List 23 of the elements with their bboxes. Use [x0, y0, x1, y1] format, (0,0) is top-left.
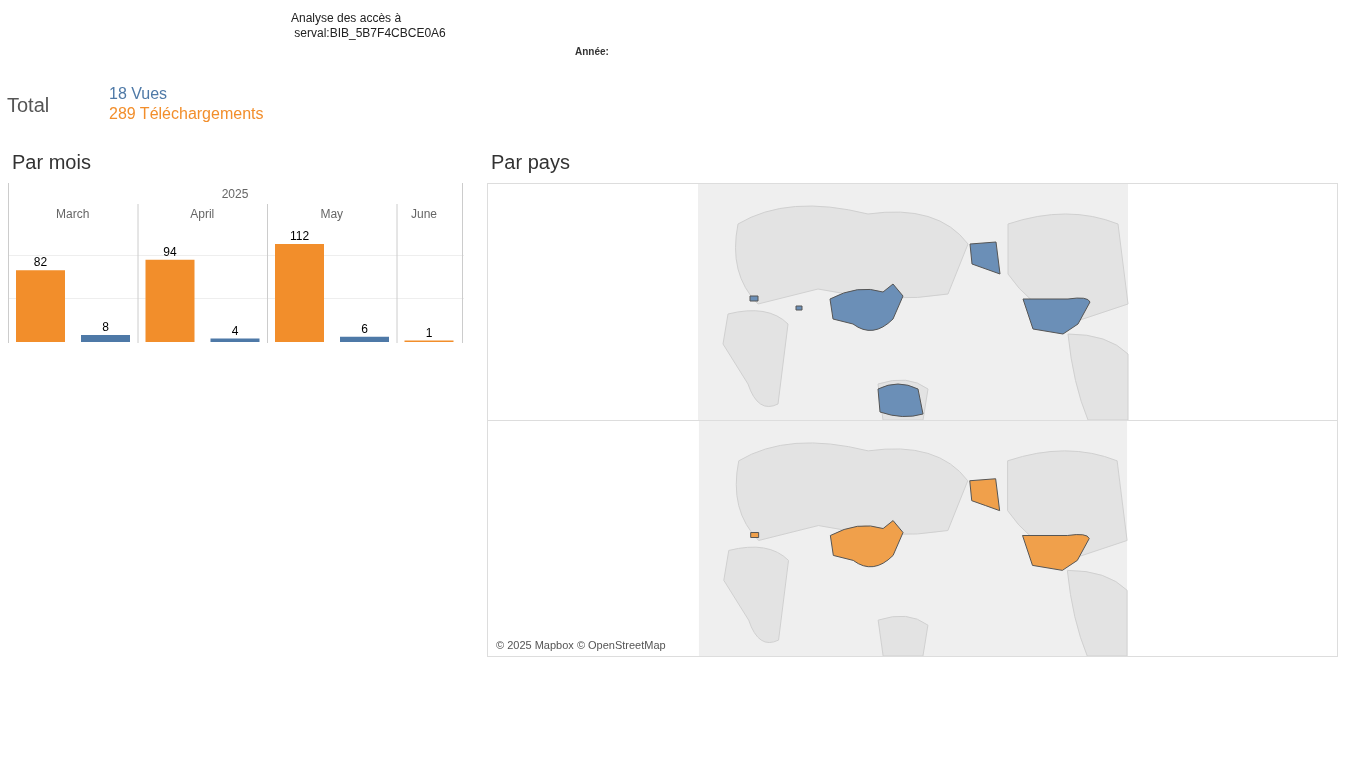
month-label: May [320, 207, 344, 221]
views-total: 18 Vues [109, 84, 168, 104]
bar-value-label: 4 [231, 323, 239, 338]
page-title: Analyse des accès à serval:BIB_5B7F4CBCE0A6 [291, 11, 446, 41]
bar-value-label: 82 [33, 255, 48, 270]
total-label: Total [6, 93, 51, 118]
year-header: 2025 [221, 187, 249, 201]
bar [340, 336, 389, 342]
downloads-total: 289 Téléchargements [109, 104, 264, 124]
bar-value-label: 6 [361, 321, 368, 336]
month-label: June [411, 207, 437, 221]
section-title: Par pays [491, 150, 570, 174]
bar [81, 335, 130, 342]
bar-value-label: 112 [289, 229, 310, 243]
section-title: Par mois [12, 150, 91, 174]
month-label: March [56, 207, 90, 221]
bar [16, 270, 65, 342]
bar-value-label: 94 [163, 244, 177, 259]
filter-label: Année: [575, 45, 609, 59]
bar-value-label: 1 [425, 325, 433, 340]
bar-value-label: 8 [102, 320, 109, 334]
bar [210, 338, 260, 342]
month-label: April [190, 207, 215, 221]
